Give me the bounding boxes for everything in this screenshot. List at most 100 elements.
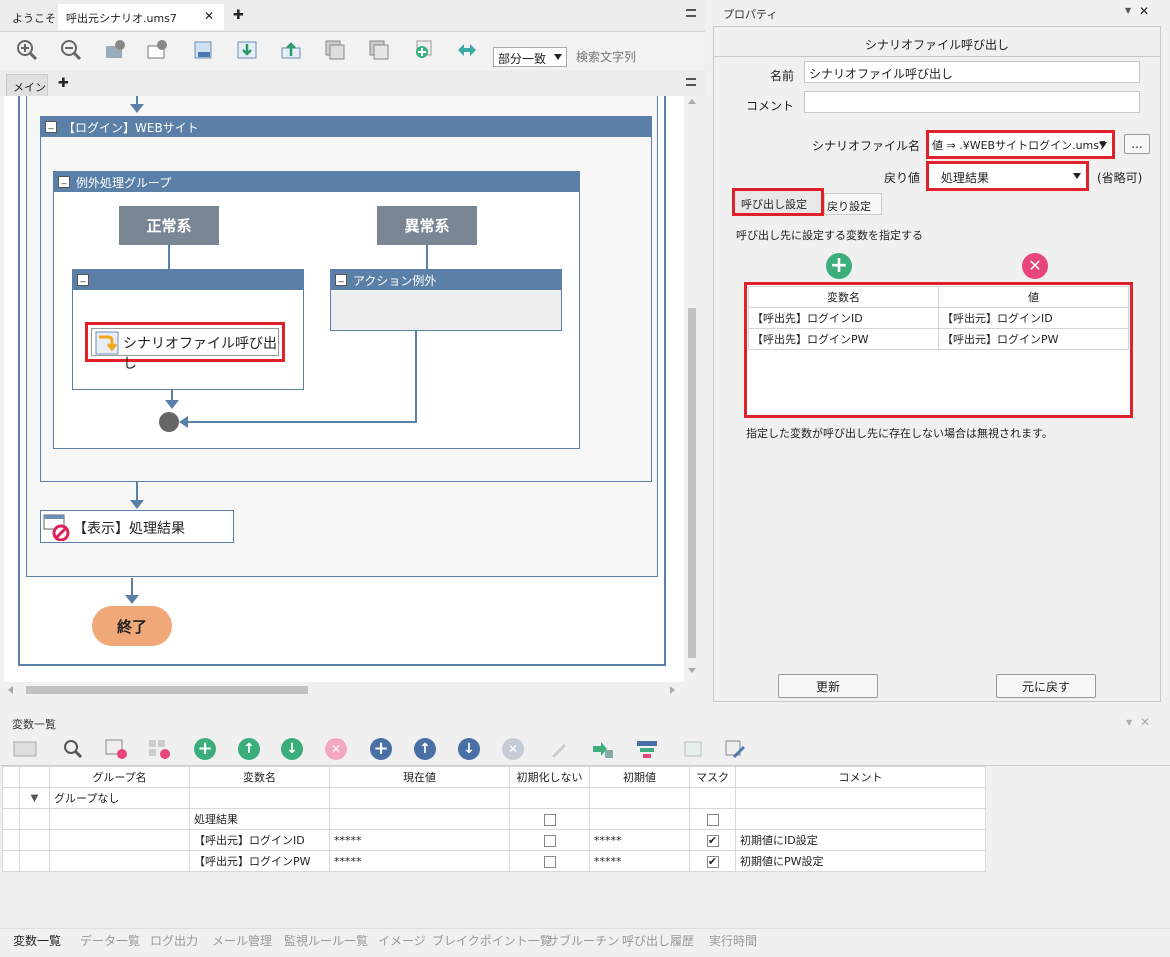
subtab-main[interactable]: メイン: [6, 74, 48, 96]
import-icon[interactable]: [234, 37, 260, 63]
capture-icon[interactable]: [191, 37, 217, 63]
initial-value[interactable]: [589, 808, 690, 830]
swap-icon[interactable]: [454, 37, 480, 63]
pin-icon[interactable]: ▼: [1125, 6, 1131, 15]
add-node-icon[interactable]: [410, 37, 436, 63]
bottom-tab-call-history[interactable]: 呼び出し履歴: [622, 932, 694, 949]
add-tab-icon[interactable]: ✚: [233, 8, 244, 23]
variable-name[interactable]: 【呼出元】ログインID: [189, 829, 330, 851]
bottom-tab-breakpoints[interactable]: ブレイクポイント一覧: [432, 932, 552, 949]
export-variable-icon[interactable]: [590, 736, 616, 762]
delete-variable-icon[interactable]: ✕: [323, 736, 349, 762]
filter-icon[interactable]: [634, 736, 660, 762]
scroll-left-icon[interactable]: [8, 686, 13, 694]
comment-field[interactable]: [804, 91, 1140, 113]
current-value[interactable]: *****: [329, 829, 510, 851]
image-settings-icon[interactable]: [102, 37, 128, 63]
expand-icon[interactable]: ▼: [19, 787, 50, 809]
variable-name[interactable]: 【呼出元】ログインPW: [189, 850, 330, 872]
clear-group-icon[interactable]: [146, 736, 172, 762]
pin-icon[interactable]: ▼: [1126, 718, 1132, 727]
table-row[interactable]: 【呼出先】ログインID 【呼出元】ログインID: [748, 307, 1129, 329]
tab-welcome[interactable]: ようこそ: [4, 4, 64, 30]
group-down-icon[interactable]: ↓: [456, 736, 482, 762]
bottom-tab-subroutine[interactable]: サブルーチン: [547, 932, 619, 949]
display-result-node[interactable]: 【表示】処理結果: [40, 510, 234, 543]
row-value[interactable]: 【呼出元】ログインPW: [938, 328, 1129, 350]
variable-name[interactable]: 処理結果: [189, 808, 330, 830]
normal-branch[interactable]: 正常系: [119, 206, 219, 245]
row-value[interactable]: 【呼出元】ログインID: [938, 307, 1129, 329]
group-row[interactable]: ▼ グループなし: [2, 787, 986, 809]
add-subtab-icon[interactable]: ✚: [58, 76, 69, 91]
scroll-up-icon[interactable]: [688, 99, 696, 104]
revert-button[interactable]: 元に戻す: [996, 674, 1096, 698]
row-name[interactable]: 【呼出先】ログインPW: [748, 328, 939, 350]
clear-variable-icon[interactable]: [103, 736, 129, 762]
comment[interactable]: 初期値にPW設定: [735, 850, 986, 872]
bottom-tab-mail[interactable]: メール管理: [212, 932, 272, 949]
tools-icon[interactable]: [722, 736, 748, 762]
search-input[interactable]: [572, 47, 702, 67]
abnormal-branch[interactable]: 異常系: [377, 206, 477, 245]
delete-row-icon[interactable]: ✕: [1022, 253, 1048, 279]
mask-checkbox[interactable]: [706, 813, 719, 826]
noinit-checkbox[interactable]: [543, 855, 556, 868]
match-mode-select[interactable]: 部分一致: [493, 47, 567, 67]
bottom-tab-variables[interactable]: 変数一覧: [13, 932, 61, 949]
add-variable-icon[interactable]: +: [192, 736, 218, 762]
row-name[interactable]: 【呼出先】ログインID: [748, 307, 939, 329]
bottom-tab-monitor[interactable]: 監視ルール一覧: [284, 932, 368, 949]
current-value[interactable]: [329, 808, 510, 830]
minimize-icon[interactable]: _: [45, 120, 57, 133]
current-value[interactable]: *****: [329, 850, 510, 872]
close-icon[interactable]: ✕: [204, 9, 214, 23]
bottom-tab-data[interactable]: データ一覧: [80, 932, 140, 949]
end-node[interactable]: 終了: [92, 606, 172, 646]
close-icon[interactable]: ✕: [1140, 715, 1150, 729]
scroll-down-icon[interactable]: [688, 668, 696, 673]
close-icon[interactable]: ✕: [1139, 4, 1149, 18]
zoom-in-icon[interactable]: [14, 37, 40, 63]
bottom-tab-log[interactable]: ログ出力: [150, 932, 198, 949]
table-row[interactable]: 【呼出元】ログインID ***** ***** ✔ 初期値にID設定: [2, 829, 986, 851]
bottom-tab-exec-time[interactable]: 実行時間: [709, 932, 757, 949]
search-icon[interactable]: [60, 736, 86, 762]
minimize-icon[interactable]: _: [335, 273, 347, 286]
table-row[interactable]: 【呼出先】ログインPW 【呼出元】ログインPW: [748, 328, 1129, 350]
table-row[interactable]: 処理結果: [2, 808, 986, 830]
bottom-tab-image[interactable]: イメージ: [378, 932, 426, 949]
browse-button[interactable]: ...: [1124, 134, 1150, 154]
initial-value[interactable]: *****: [589, 850, 690, 872]
edit-icon[interactable]: [546, 736, 572, 762]
window-settings-icon[interactable]: [144, 37, 170, 63]
subtab-menu-icon[interactable]: [686, 78, 696, 86]
name-field[interactable]: シナリオファイル呼び出し: [804, 61, 1140, 83]
move-down-icon[interactable]: ↓: [279, 736, 305, 762]
delete-group-icon[interactable]: ✕: [500, 736, 526, 762]
scroll-right-icon[interactable]: [670, 686, 675, 694]
minimize-icon[interactable]: _: [58, 175, 70, 188]
horizontal-scrollbar[interactable]: [4, 682, 684, 698]
move-up-icon[interactable]: ↑: [236, 736, 262, 762]
scenario-file-select[interactable]: 値 ⇒ .¥WEBサイトログイン.ums7: [926, 130, 1115, 159]
comment[interactable]: [735, 808, 986, 830]
comment[interactable]: 初期値にID設定: [735, 829, 986, 851]
group-up-icon[interactable]: ↑: [412, 736, 438, 762]
scenario-call-node[interactable]: シナリオファイル呼び出し: [85, 322, 285, 372]
flow-canvas[interactable]: _ 【ログイン】WEBサイト _ 例外処理グループ 正常系 異常系 _ _ アク…: [4, 96, 684, 682]
action-exception-group[interactable]: _ アクション例外: [330, 269, 562, 331]
scroll-thumb[interactable]: [688, 308, 696, 658]
tab-scenario[interactable]: 呼出元シナリオ.ums7 ✕: [58, 4, 224, 30]
add-row-icon[interactable]: +: [826, 253, 852, 279]
export-icon[interactable]: [278, 37, 304, 63]
zoom-out-icon[interactable]: [58, 37, 84, 63]
return-value-select[interactable]: 処理結果: [926, 161, 1089, 191]
stack2-icon[interactable]: [366, 37, 392, 63]
vertical-scrollbar[interactable]: [684, 96, 700, 682]
add-group-icon[interactable]: +: [368, 736, 394, 762]
minimize-icon[interactable]: _: [77, 273, 89, 286]
noinit-checkbox[interactable]: [543, 834, 556, 847]
noinit-checkbox[interactable]: [543, 813, 556, 826]
variable-type-icon[interactable]: [12, 736, 38, 762]
